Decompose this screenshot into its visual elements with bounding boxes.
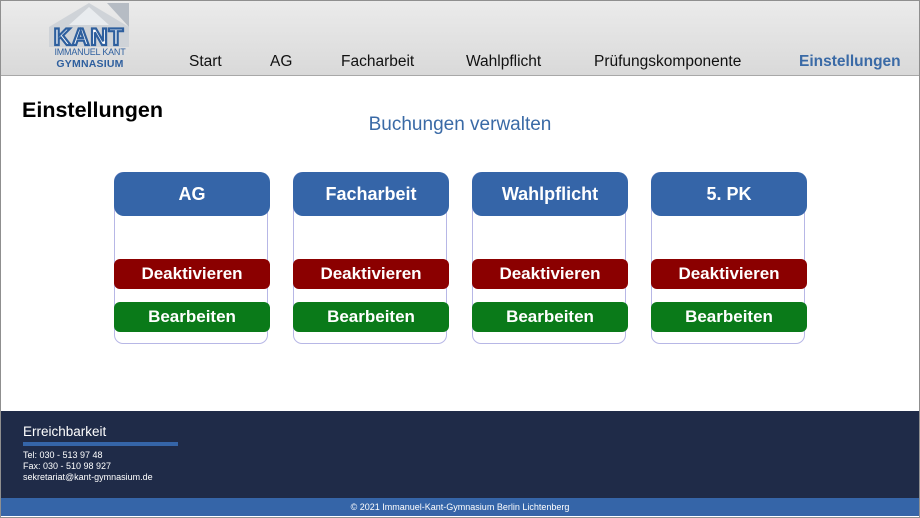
deactivate-button[interactable]: Deaktivieren <box>293 259 449 289</box>
deactivate-button[interactable]: Deaktivieren <box>651 259 807 289</box>
nav-item-ag[interactable]: AG <box>270 53 292 71</box>
nav-item-start[interactable]: Start <box>189 53 222 71</box>
edit-button[interactable]: Bearbeiten <box>651 302 807 332</box>
footer-divider <box>23 442 178 446</box>
header: KANT IMMANUEL KANT GYMNASIUM Start AG Fa… <box>1 1 919 76</box>
card-title: 5. PK <box>651 172 807 216</box>
nav-item-wahlpflicht[interactable]: Wahlpflicht <box>466 53 541 71</box>
footer-title: Erreichbarkeit <box>23 424 107 439</box>
kant-logo-icon: KANT <box>49 3 129 51</box>
nav-item-einstellungen[interactable]: Einstellungen <box>799 53 901 71</box>
footer-email[interactable]: sekretariat@kant-gymnasium.de <box>23 472 153 482</box>
edit-button[interactable]: Bearbeiten <box>472 302 628 332</box>
main-nav: Start AG Facharbeit Wahlpflicht Prüfungs… <box>1 53 919 73</box>
deactivate-button[interactable]: Deaktivieren <box>472 259 628 289</box>
footer-fax: Fax: 030 - 510 98 927 <box>23 461 112 471</box>
booking-card-wahlpflicht: Wahlpflicht Deaktivieren Bearbeiten <box>472 172 628 344</box>
footer-phone: Tel: 030 - 513 97 48 <box>23 450 103 460</box>
edit-button[interactable]: Bearbeiten <box>114 302 270 332</box>
section-subtitle: Buchungen verwalten <box>368 114 552 135</box>
copyright-bar: © 2021 Immanuel-Kant-Gymnasium Berlin Li… <box>1 498 919 516</box>
card-title: AG <box>114 172 270 216</box>
deactivate-button[interactable]: Deaktivieren <box>114 259 270 289</box>
nav-item-pruefungskomponente[interactable]: Prüfungskomponente <box>594 53 741 71</box>
card-title: Facharbeit <box>293 172 449 216</box>
booking-card-5pk: 5. PK Deaktivieren Bearbeiten <box>651 172 807 344</box>
booking-card-facharbeit: Facharbeit Deaktivieren Bearbeiten <box>293 172 449 344</box>
footer: Erreichbarkeit Tel: 030 - 513 97 48 Fax:… <box>1 411 919 498</box>
booking-card-ag: AG Deaktivieren Bearbeiten <box>114 172 270 344</box>
edit-button[interactable]: Bearbeiten <box>293 302 449 332</box>
nav-item-facharbeit[interactable]: Facharbeit <box>341 53 414 71</box>
card-title: Wahlpflicht <box>472 172 628 216</box>
